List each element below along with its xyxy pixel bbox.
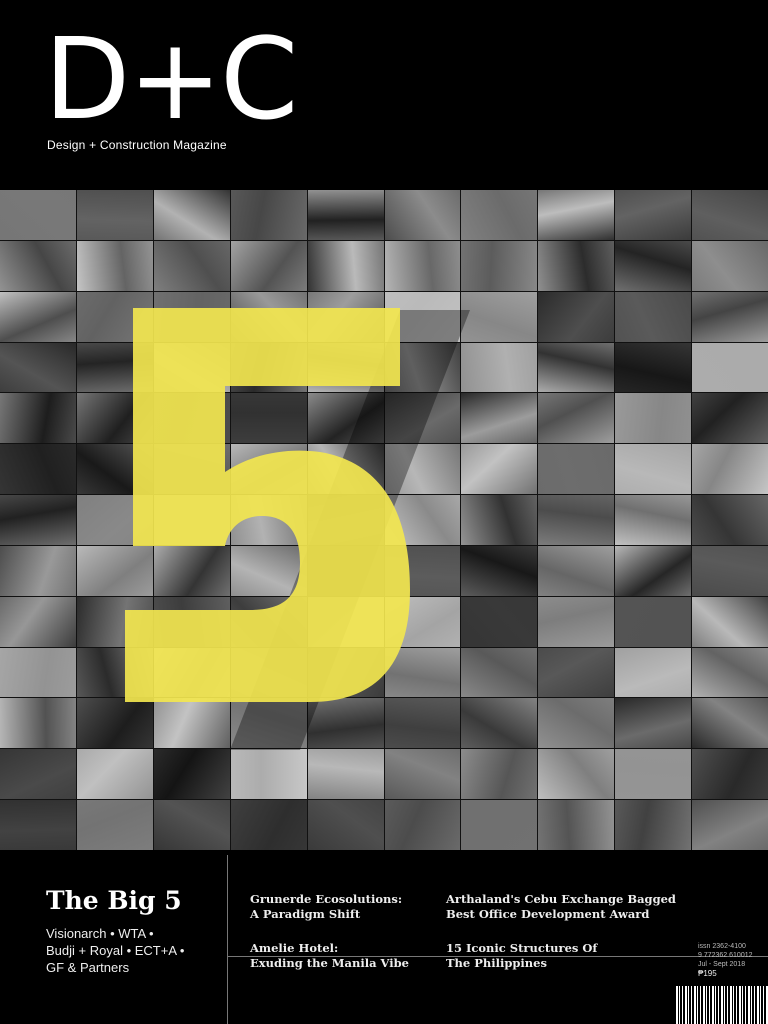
story-line: 15 Iconic Structures Of [446,941,598,955]
story-line: Grunerde Ecosolutions: [250,892,403,906]
issue-info: issn 2362-4100 9 772362 610012 Jul - Sep… [698,942,753,978]
issue-date: Jul - Sept 2018 [698,961,746,968]
magazine-logo: D+C [44,15,298,145]
cover-numeral-five [125,308,470,750]
story-line: Amelie Hotel: [250,941,339,955]
feature-title: The Big 5 [46,886,182,915]
magazine-tagline: Design + Construction Magazine [47,138,227,152]
story-headline: Arthaland's Cebu Exchange Bagged Best Of… [446,892,676,922]
story-line: Best Office Development Award [446,907,650,921]
vertical-divider [227,855,228,1024]
barcode [676,986,768,1024]
masthead: D+C Design + Construction Magazine [0,0,768,190]
story-line: Arthaland's Cebu Exchange Bagged [446,892,676,906]
story-line: The Philippines [446,956,547,970]
feature-names-line: Visionarch • WTA • [46,926,154,941]
story-headline: 15 Iconic Structures Of The Philippines [446,941,597,971]
cover-footer: The Big 5 Visionarch • WTA • Budji + Roy… [0,850,768,1024]
feature-names-line: GF & Partners [46,960,130,975]
issue-price: ₱195 [698,969,717,978]
story-line: A Paradigm Shift [250,907,361,921]
yellow-five-shape [125,308,410,702]
feature-names: Visionarch • WTA • Budji + Royal • ECT+A… [46,925,184,976]
story-headline: Grunerde Ecosolutions: A Paradigm Shift [250,892,402,922]
issue-code: 9 772362 610012 [698,952,753,959]
story-headline: Amelie Hotel: Exuding the Manila Vibe [250,941,409,971]
story-line: Exuding the Manila Vibe [250,956,409,970]
issn: issn 2362-4100 [698,943,746,950]
feature-names-line: Budji + Royal • ECT+A • [46,943,185,958]
